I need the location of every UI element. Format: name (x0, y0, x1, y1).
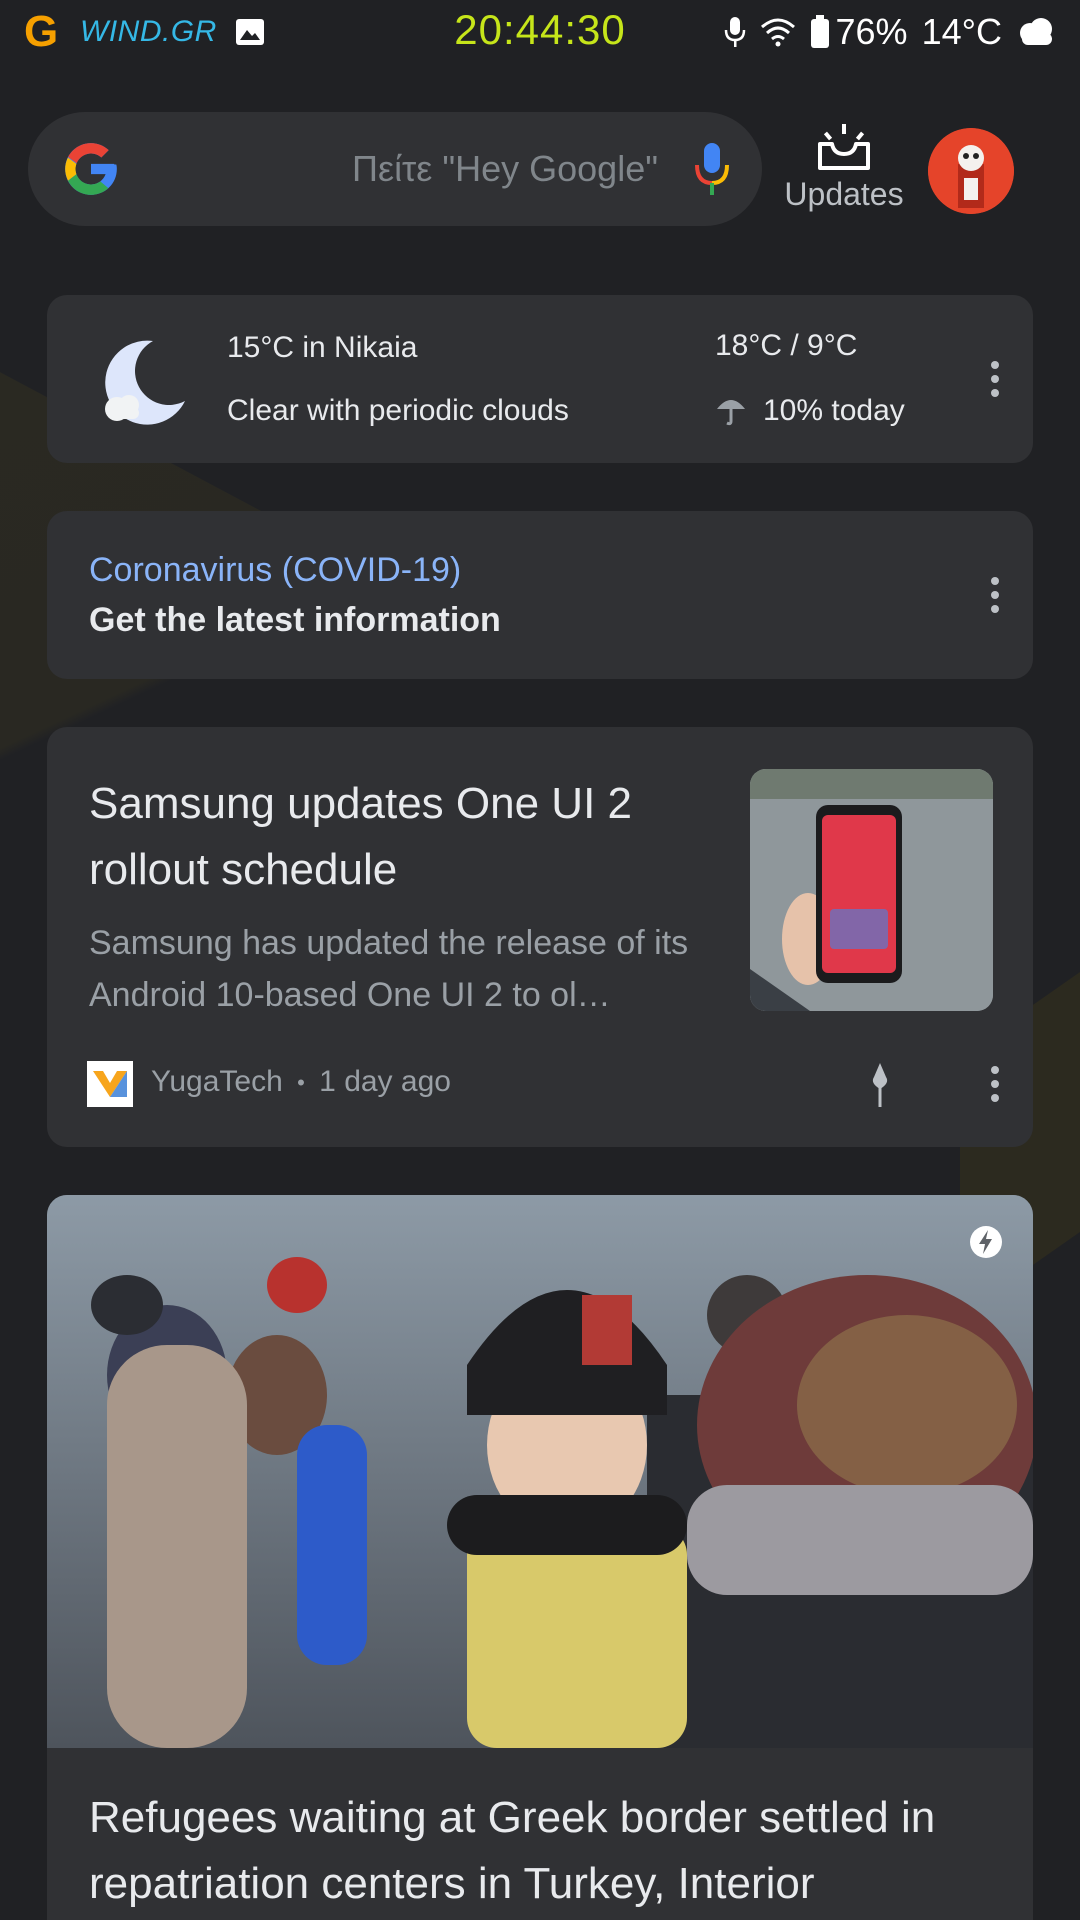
weather-location-temp: 15°C in Nikaia (227, 331, 418, 364)
status-bar: G WIND.GR 20:44:30 76% 14°C (0, 0, 1080, 64)
moon-icon (105, 340, 185, 425)
phone-photo-image (750, 769, 993, 1011)
umbrella-icon (717, 400, 745, 426)
news-card-thumbnail[interactable] (750, 769, 993, 1011)
covid-card[interactable]: Coronavirus (COVID-19) Get the latest in… (47, 511, 1033, 679)
photo-news-card[interactable]: Refugees waiting at Greek border settled… (47, 1195, 1033, 1920)
news-age: 1 day ago (319, 1065, 451, 1098)
meta-separator: • (297, 1070, 305, 1096)
covid-more-options-icon[interactable] (975, 570, 1015, 620)
covid-card-subtitle: Get the latest information (89, 601, 501, 639)
weather-high-low: 18°C / 9°C (715, 329, 858, 362)
photo-news-card-title[interactable]: Refugees waiting at Greek border settled… (89, 1785, 1009, 1917)
search-bar[interactable]: Πείτε "Hey Google" (28, 112, 762, 226)
updates-button[interactable]: Updates (778, 124, 910, 224)
news-source: YugaTech (151, 1065, 283, 1098)
google-logo-icon (65, 143, 117, 195)
avatar-image (928, 128, 1014, 214)
yugatech-logo-icon (87, 1061, 133, 1107)
covid-card-title[interactable]: Coronavirus (COVID-19) (89, 551, 461, 590)
weather-condition: Clear with periodic clouds (227, 394, 569, 427)
clock: 20:44:30 (454, 6, 626, 53)
search-placeholder: Πείτε "Hey Google" (352, 148, 658, 189)
amp-lightning-icon (970, 1226, 1002, 1258)
refugees-photo-image[interactable] (47, 1195, 1033, 1748)
account-avatar[interactable] (928, 128, 1014, 214)
updates-label: Updates (784, 176, 904, 212)
weather-card[interactable]: 15°C in Nikaia Clear with periodic cloud… (47, 295, 1033, 463)
weather-rain-chance: 10% today (763, 394, 905, 427)
news-card-meta: YugaTech • 1 day ago (151, 1065, 451, 1099)
news-card[interactable]: Samsung updates One UI 2 rollout schedul… (47, 727, 1033, 1147)
news-more-options-icon[interactable] (975, 1059, 1015, 1109)
news-card-snippet: Samsung has updated the release of its A… (89, 924, 689, 1014)
mic-icon[interactable] (692, 141, 732, 197)
pin-icon[interactable] (867, 1061, 893, 1109)
weather-more-options-icon[interactable] (975, 354, 1015, 404)
updates-tray-icon (818, 124, 870, 170)
news-card-title[interactable]: Samsung updates One UI 2 rollout schedul… (89, 771, 689, 903)
